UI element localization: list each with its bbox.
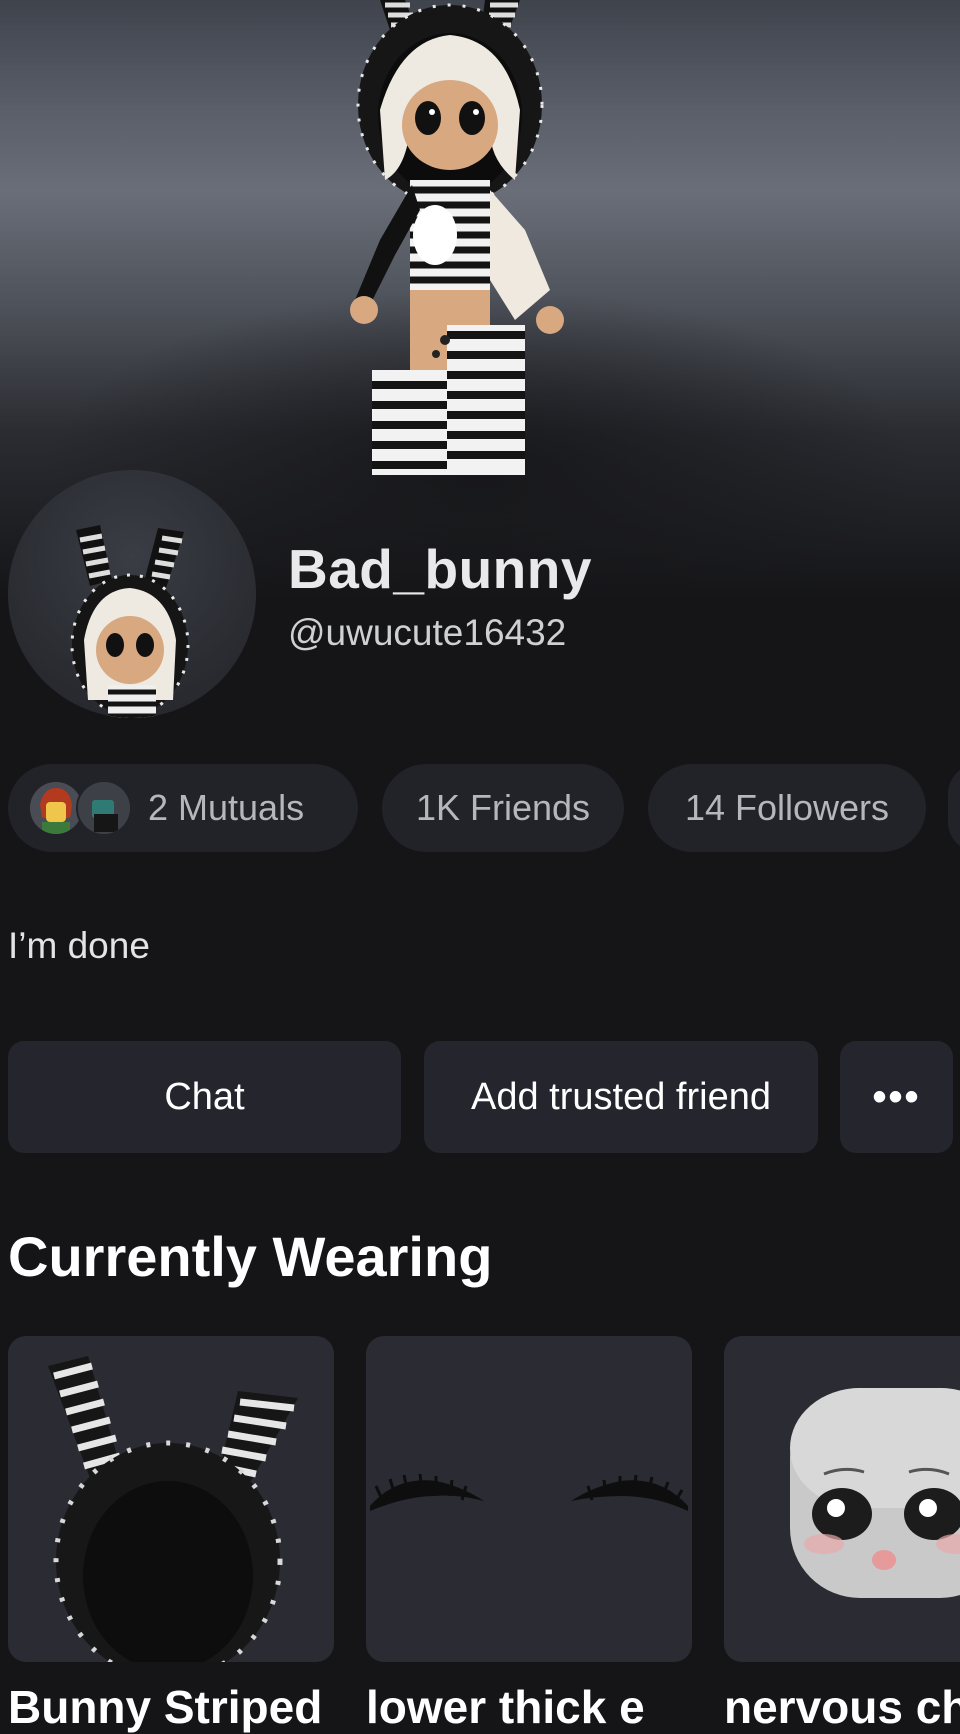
mutual-avatars — [28, 780, 132, 836]
nervous-face-thumbnail — [790, 1388, 960, 1598]
friends-pill[interactable]: 1K Friends — [382, 764, 624, 852]
mutuals-label: 2 Mutuals — [148, 787, 305, 828]
avatar-headshot-image — [70, 525, 190, 718]
wearing-item-name[interactable]: lower thick e — [366, 1680, 696, 1734]
ellipsis-icon: ••• — [872, 1074, 921, 1119]
bio-text: I’m done — [8, 925, 150, 966]
mutual-avatar — [76, 780, 132, 836]
more-options-button[interactable]: ••• — [840, 1041, 953, 1153]
bunny-hood-thumbnail — [48, 1356, 298, 1662]
avatar-full-body — [350, 0, 564, 475]
followers-pill[interactable]: 14 Followers — [648, 764, 926, 852]
eyelashes-thumbnail — [370, 1473, 688, 1511]
friends-label: 1K Friends — [415, 787, 591, 828]
wearing-item-card[interactable] — [366, 1336, 692, 1662]
chat-button-label: Chat — [164, 1075, 245, 1118]
avatar-headshot[interactable] — [8, 470, 256, 718]
currently-wearing-title: Currently Wearing — [8, 1225, 493, 1288]
mutuals-pill[interactable]: 2 Mutuals — [8, 764, 358, 852]
wearing-item-name[interactable]: Bunny Striped — [8, 1680, 338, 1734]
add-trusted-friend-label: Add trusted friend — [471, 1075, 771, 1118]
display-name: Bad_bunny — [288, 538, 592, 600]
followers-label: 14 Followers — [684, 787, 890, 828]
username: @uwucute16432 — [288, 612, 567, 653]
wearing-item-card[interactable] — [8, 1336, 334, 1662]
following-pill[interactable] — [948, 764, 960, 852]
wearing-item-name[interactable]: nervous ch — [724, 1680, 960, 1734]
wearing-item-card[interactable] — [724, 1336, 960, 1662]
add-trusted-friend-button[interactable]: Add trusted friend — [424, 1041, 818, 1153]
chat-button[interactable]: Chat — [8, 1041, 401, 1153]
